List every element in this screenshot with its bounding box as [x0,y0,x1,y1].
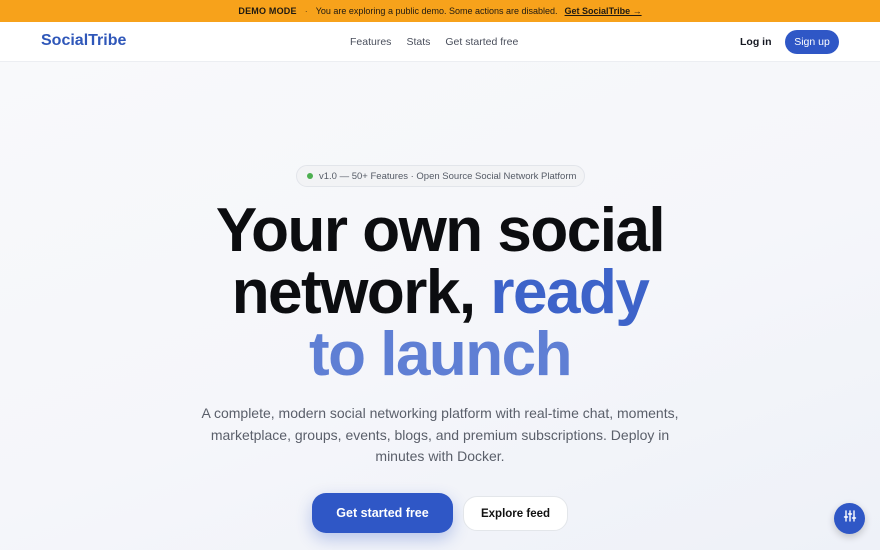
signup-button[interactable]: Sign up [785,30,839,54]
nav-links: Features Stats Get started free [350,36,518,48]
headline-line-3: to launch [308,320,573,389]
demo-get-link[interactable]: Get SocialTribe → [565,6,642,16]
hero-subtitle: A complete, modern social networking pla… [201,405,679,464]
headline-ready: ready [490,258,649,327]
version-pill-text: v1.0 — 50+ Features · Open Source Social… [319,170,577,182]
headline-line-2: network, ready [140,262,740,324]
status-dot-icon [307,173,313,179]
nav-link-features[interactable]: Features [350,36,391,48]
banner-separator: · [304,6,308,16]
version-pill: v1.0 — 50+ Features · Open Source Social… [296,165,585,187]
demo-message: You are exploring a public demo. Some ac… [315,6,558,16]
nav-link-stats[interactable]: Stats [406,36,430,48]
settings-fab[interactable] [834,503,865,534]
logo[interactable]: SocialTribe [41,32,126,50]
get-started-button[interactable]: Get started free [312,493,453,533]
login-link[interactable]: Log in [740,36,772,48]
top-nav: SocialTribe Features Stats Get started f… [0,22,880,62]
explore-feed-button[interactable]: Explore feed [463,496,568,531]
headline-line-1: Your own social [215,196,666,265]
demo-banner: DEMO MODE · You are exploring a public d… [0,0,880,22]
headline-network: network, [231,258,476,327]
nav-link-get-started[interactable]: Get started free [445,36,518,48]
demo-mode-tag: DEMO MODE [238,6,297,16]
hero-headline: Your own social network, ready to launch [140,200,740,386]
sliders-icon [843,509,857,528]
